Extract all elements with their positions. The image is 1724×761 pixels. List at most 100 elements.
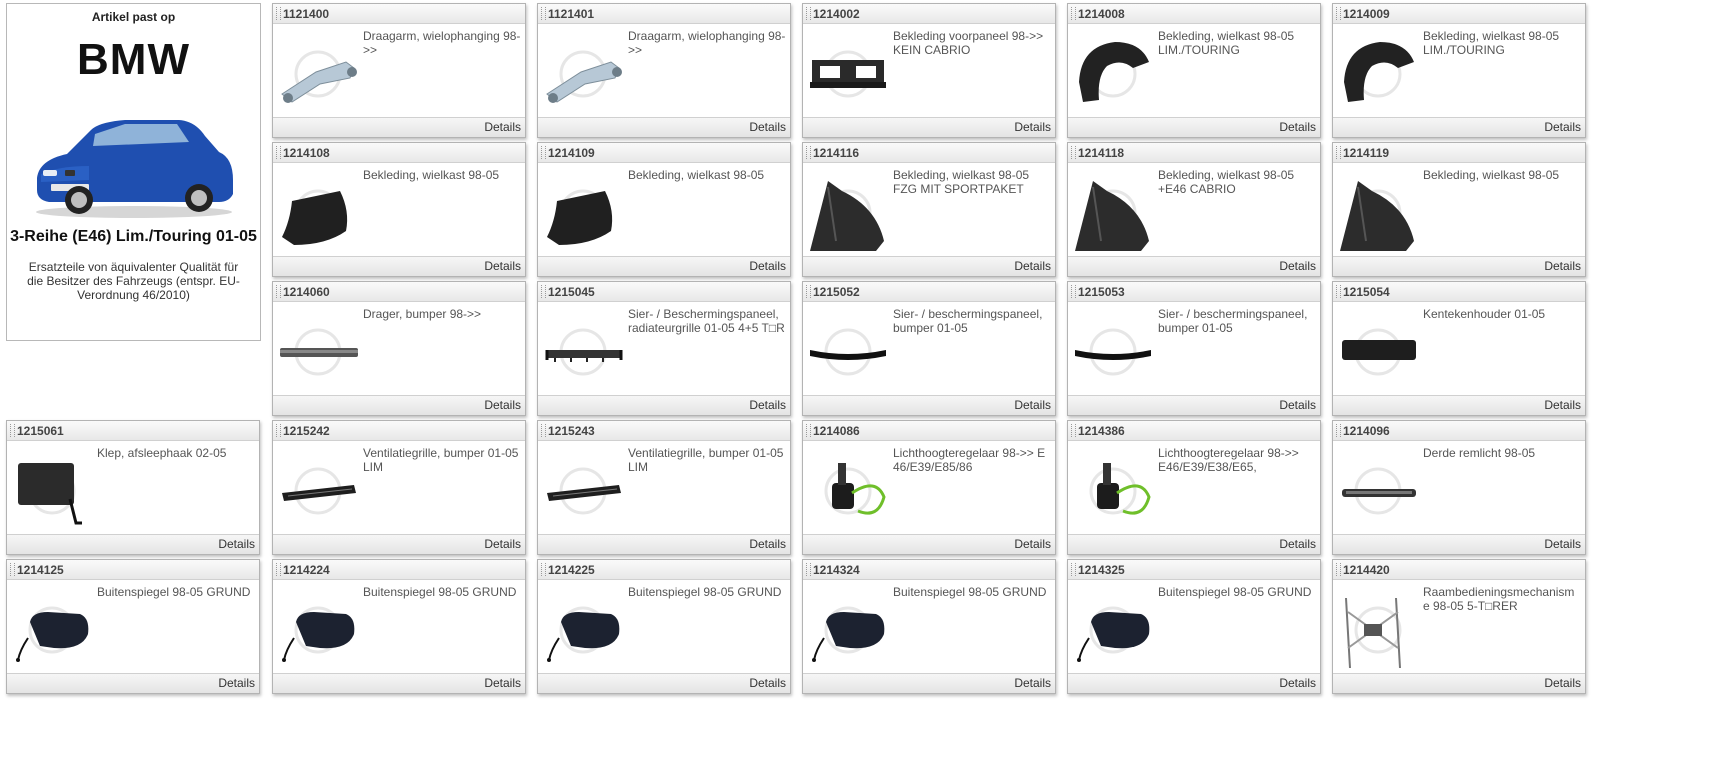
product-grid: 1121400 Draagarm, wielophanging 98->> Deta… (0, 0, 1724, 761)
product-description: Drager, bumper 98->> (363, 307, 482, 321)
product-description: Buitenspiegel 98-05 GRUND (628, 585, 782, 599)
mirror-image[interactable] (276, 588, 360, 672)
details-link[interactable]: Details (1279, 120, 1316, 134)
details-link[interactable]: Details (484, 120, 521, 134)
wheel-liner-large-image[interactable] (1071, 171, 1155, 255)
product-code: 1214325 (1068, 560, 1320, 580)
product-description: Bekleding, wielkast 98-05 (363, 168, 500, 182)
details-link[interactable]: Details (218, 537, 255, 551)
product-footer: Details (1333, 256, 1585, 276)
mirror-image[interactable] (10, 588, 94, 672)
product-card: 1214108 Bekleding, wielkast 98-05 Details (272, 142, 526, 277)
product-body: Bekleding, wielkast 98-05 +E46 CABRIO (1068, 163, 1320, 256)
mirror-image[interactable] (541, 588, 625, 672)
product-body: Bekleding, wielkast 98-05 FZG MIT SPORTP… (803, 163, 1055, 256)
product-code: 1214108 (273, 143, 525, 163)
product-code: 1121401 (538, 4, 790, 24)
product-description: Klep, afsleephaak 02-05 (97, 446, 227, 460)
product-card: 1121401 Draagarm, wielophanging 98->> Deta… (537, 3, 791, 138)
details-link[interactable]: Details (1014, 676, 1051, 690)
wheel-liner-image[interactable] (1071, 32, 1155, 116)
details-link[interactable]: Details (484, 537, 521, 551)
details-link[interactable]: Details (484, 259, 521, 273)
wheel-liner-flat-image[interactable] (276, 171, 360, 255)
details-link[interactable]: Details (1014, 537, 1051, 551)
grille-panel-image[interactable] (541, 310, 625, 394)
level-motor-image[interactable] (806, 449, 890, 533)
product-body: Lichthoogteregelaar 98->> E46/E39/E38/E6… (1068, 441, 1320, 534)
details-link[interactable]: Details (1014, 120, 1051, 134)
product-card: 1214116 Bekleding, wielkast 98-05 FZG MIT… (802, 142, 1056, 277)
product-code: 1215052 (803, 282, 1055, 302)
product-code: 1121400 (273, 4, 525, 24)
product-card: 1215053 Sier- / beschermingspaneel, bumpe… (1067, 281, 1321, 416)
details-link[interactable]: Details (1279, 259, 1316, 273)
tow-cover-image[interactable] (10, 449, 94, 533)
product-description: Raambedieningsmechanisme 98-05 5-T□RER (1423, 585, 1575, 613)
product-code: 1214060 (273, 282, 525, 302)
product-card: 1215061 Klep, afsleephaak 02-05 Details (6, 420, 260, 555)
mirror-image[interactable] (806, 588, 890, 672)
details-link[interactable]: Details (1544, 259, 1581, 273)
product-footer: Details (538, 534, 790, 554)
control-arm-image[interactable] (541, 32, 625, 116)
product-body: Buitenspiegel 98-05 GRUND (7, 580, 259, 673)
product-card: 1214224 Buitenspiegel 98-05 GRUND Details (272, 559, 526, 694)
product-description: Bekleding voorpaneel 98->> KEIN CABRIO (893, 29, 1044, 57)
brake-light-image[interactable] (1336, 449, 1420, 533)
product-body: Buitenspiegel 98-05 GRUND (273, 580, 525, 673)
plate-holder-image[interactable] (1336, 310, 1420, 394)
product-footer: Details (273, 117, 525, 137)
level-motor-image[interactable] (1071, 449, 1155, 533)
details-link[interactable]: Details (1544, 398, 1581, 412)
details-link[interactable]: Details (484, 676, 521, 690)
product-footer: Details (1333, 395, 1585, 415)
wheel-liner-large-image[interactable] (1336, 171, 1420, 255)
mirror-image[interactable] (1071, 588, 1155, 672)
details-link[interactable]: Details (218, 676, 255, 690)
details-link[interactable]: Details (1544, 676, 1581, 690)
product-footer: Details (1068, 395, 1320, 415)
product-description: Bekleding, wielkast 98-05 LIM./TOURING (1423, 29, 1560, 57)
details-link[interactable]: Details (1544, 537, 1581, 551)
control-arm-image[interactable] (276, 32, 360, 116)
product-card: 1214009 Bekleding, wielkast 98-05 LIM./TO… (1332, 3, 1586, 138)
product-footer: Details (803, 117, 1055, 137)
details-link[interactable]: Details (749, 676, 786, 690)
vent-grille-image[interactable] (541, 449, 625, 533)
wheel-liner-flat-image[interactable] (541, 171, 625, 255)
details-link[interactable]: Details (749, 398, 786, 412)
details-link[interactable]: Details (484, 398, 521, 412)
product-card: 1214225 Buitenspiegel 98-05 GRUND Details (537, 559, 791, 694)
product-card: 1214420 Raambedieningsmechanisme 98-05 5-… (1332, 559, 1586, 694)
details-link[interactable]: Details (1279, 537, 1316, 551)
product-body: Bekleding, wielkast 98-05 (538, 163, 790, 256)
product-footer: Details (538, 395, 790, 415)
product-description: Sier- / beschermingspaneel, bumper 01-05 (893, 307, 1043, 335)
bumper-bar-image[interactable] (276, 310, 360, 394)
details-link[interactable]: Details (1014, 259, 1051, 273)
front-panel-image[interactable] (806, 32, 890, 116)
product-card: 1214008 Bekleding, wielkast 98-05 LIM./TO… (1067, 3, 1321, 138)
product-body: Raambedieningsmechanisme 98-05 5-T□RER (1333, 580, 1585, 673)
details-link[interactable]: Details (1014, 398, 1051, 412)
window-regulator-image[interactable] (1336, 588, 1420, 672)
details-link[interactable]: Details (749, 537, 786, 551)
product-code: 1214119 (1333, 143, 1585, 163)
details-link[interactable]: Details (1279, 398, 1316, 412)
details-link[interactable]: Details (1544, 120, 1581, 134)
product-description: Bekleding, wielkast 98-05 (628, 168, 765, 182)
details-link[interactable]: Details (1279, 676, 1316, 690)
wheel-liner-large-image[interactable] (806, 171, 890, 255)
product-card: 1215052 Sier- / beschermingspaneel, bumpe… (802, 281, 1056, 416)
product-footer: Details (1068, 256, 1320, 276)
vent-grille-image[interactable] (276, 449, 360, 533)
bumper-strip-image[interactable] (806, 310, 890, 394)
product-footer: Details (538, 117, 790, 137)
wheel-liner-image[interactable] (1336, 32, 1420, 116)
product-code: 1215243 (538, 421, 790, 441)
details-link[interactable]: Details (749, 120, 786, 134)
product-footer: Details (1068, 534, 1320, 554)
bumper-strip-image[interactable] (1071, 310, 1155, 394)
details-link[interactable]: Details (749, 259, 786, 273)
